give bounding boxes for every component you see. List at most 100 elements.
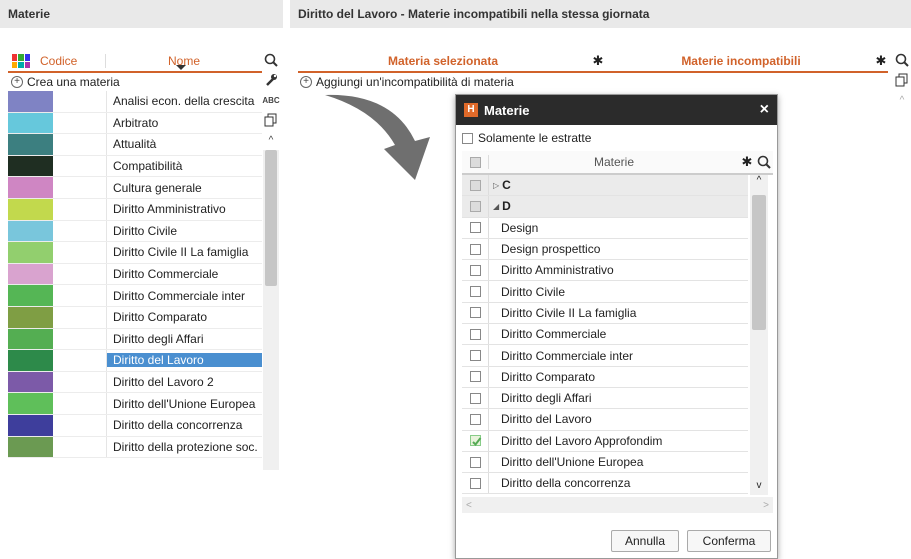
- cancel-button[interactable]: Annulla: [611, 530, 679, 552]
- subjects-panel: Materie Codice Nome + Crea una materia A…: [0, 0, 283, 559]
- wrench-icon[interactable]: [262, 70, 280, 90]
- subject-row[interactable]: Diritto Civile II La famiglia: [8, 242, 262, 264]
- checkbox[interactable]: [469, 264, 481, 276]
- checkbox[interactable]: [469, 286, 481, 298]
- subject-row[interactable]: Cultura generale: [8, 177, 262, 199]
- scroll-left-icon[interactable]: <: [466, 500, 472, 511]
- subject-row[interactable]: Compatibilità: [8, 155, 262, 178]
- checkbox[interactable]: [469, 477, 481, 489]
- subject-color-swatch: [8, 436, 53, 458]
- checkbox[interactable]: [469, 243, 481, 255]
- dialog-subject-row[interactable]: Diritto Amministrativo: [462, 260, 748, 282]
- collapsed-arrow-icon[interactable]: ▷: [493, 181, 499, 190]
- subject-color-swatch: [8, 350, 53, 371]
- checkbox[interactable]: [469, 392, 481, 404]
- subject-name: Diritto della protezione soc.: [113, 439, 258, 454]
- close-icon[interactable]: ×: [760, 101, 769, 119]
- select-all-checkbox[interactable]: [469, 156, 481, 168]
- checkbox[interactable]: [469, 222, 481, 234]
- subject-row[interactable]: Analisi econ. della crescita: [8, 91, 262, 113]
- dialog-subject-row[interactable]: Diritto Civile II La famiglia: [462, 302, 748, 325]
- copy-icon[interactable]: [262, 110, 280, 130]
- confirm-button[interactable]: Conferma: [687, 530, 771, 552]
- scroll-right-icon[interactable]: >: [763, 500, 769, 511]
- scroll-up-icon[interactable]: ^: [262, 130, 280, 150]
- subject-row[interactable]: Diritto Comparato: [8, 306, 262, 329]
- subject-row[interactable]: Diritto degli Affari: [8, 328, 262, 351]
- only-extracted-option[interactable]: Solamente le estratte: [456, 125, 777, 151]
- settings-gear-icon[interactable]: ✱: [739, 154, 755, 170]
- checkbox[interactable]: [469, 371, 481, 383]
- checkbox-cell: [462, 477, 488, 489]
- checkbox[interactable]: [469, 350, 481, 362]
- subject-row[interactable]: Diritto Amministrativo: [8, 198, 262, 221]
- search-icon[interactable]: [262, 50, 280, 70]
- subject-row[interactable]: Diritto del Lavoro: [8, 350, 262, 372]
- row-text: Design: [501, 220, 539, 235]
- row-text: Diritto Civile II La famiglia: [501, 305, 637, 320]
- dialog-subject-row[interactable]: Design: [462, 217, 748, 239]
- checkbox[interactable]: [469, 179, 481, 191]
- dialog-subject-row[interactable]: Diritto dell'Unione Europea: [462, 451, 748, 474]
- subject-row[interactable]: Diritto Commerciale: [8, 263, 262, 286]
- subject-code-cell: [53, 112, 107, 134]
- subject-row[interactable]: Diritto della concorrenza: [8, 414, 262, 437]
- subject-color-swatch: [8, 177, 53, 198]
- scroll-up-icon[interactable]: ^: [893, 90, 911, 110]
- subjects-scrollbar[interactable]: [263, 150, 279, 470]
- dialog-column-materie[interactable]: Materie: [488, 155, 739, 169]
- subject-color-swatch: [8, 285, 53, 306]
- subject-color-swatch: [8, 242, 53, 263]
- subject-row[interactable]: Diritto dell'Unione Europea: [8, 393, 262, 415]
- color-palette-icon[interactable]: [12, 54, 30, 68]
- subject-row[interactable]: Diritto del Lavoro 2: [8, 371, 262, 394]
- dialog-subject-row[interactable]: Diritto Commerciale: [462, 324, 748, 346]
- group-row[interactable]: ◢ D: [462, 196, 748, 218]
- dialog-subject-row[interactable]: Diritto degli Affari: [462, 387, 748, 410]
- scroll-up-icon[interactable]: ^: [750, 175, 768, 191]
- expanded-arrow-icon[interactable]: ◢: [493, 202, 499, 211]
- dialog-subject-row[interactable]: Diritto Comparato: [462, 366, 748, 388]
- column-selected-subject[interactable]: Materia selezionata: [298, 54, 588, 68]
- abc-sort-icon[interactable]: ABC: [262, 90, 280, 110]
- dialog-subject-row[interactable]: Diritto del Lavoro: [462, 409, 748, 431]
- dialog-subject-label: Diritto Amministrativo: [488, 260, 748, 281]
- checkbox[interactable]: [469, 328, 481, 340]
- scroll-down-icon[interactable]: v: [750, 480, 768, 491]
- dialog-subject-row[interactable]: Diritto del Lavoro Approfondim: [462, 430, 748, 452]
- column-incompatible-subjects[interactable]: Materie incompatibili: [608, 54, 874, 68]
- dialog-scrollbar[interactable]: ^ v: [750, 175, 768, 495]
- checkbox[interactable]: [469, 307, 481, 319]
- group-row[interactable]: ▷ C: [462, 175, 748, 197]
- column-codice[interactable]: Codice: [38, 54, 106, 68]
- subject-code-cell: [53, 350, 107, 371]
- dialog-subject-row[interactable]: Diritto Commerciale inter: [462, 345, 748, 367]
- create-subject-row[interactable]: + Crea una materia: [8, 73, 262, 91]
- settings-gear-icon-2[interactable]: ✱: [874, 53, 888, 69]
- dialog-subject-row[interactable]: Diritto della concorrenza: [462, 473, 748, 495]
- checkbox[interactable]: [469, 413, 481, 425]
- search-icon[interactable]: [755, 155, 773, 169]
- search-icon[interactable]: [893, 50, 911, 70]
- subject-color-swatch: [8, 328, 53, 350]
- checkbox[interactable]: [469, 200, 481, 212]
- copy-icon[interactable]: [893, 70, 911, 90]
- dialog-horizontal-scrollbar[interactable]: < >: [462, 497, 773, 513]
- subject-row[interactable]: Arbitrato: [8, 112, 262, 135]
- subject-row[interactable]: Diritto Civile: [8, 220, 262, 243]
- subjects-scroll-thumb[interactable]: [265, 150, 277, 286]
- dialog-subject-row[interactable]: Design prospettico: [462, 238, 748, 261]
- group-label: ◢ D: [488, 196, 748, 217]
- checkbox[interactable]: [469, 456, 481, 468]
- subject-row[interactable]: Diritto della protezione soc.: [8, 436, 262, 459]
- subject-row[interactable]: Diritto Commerciale inter: [8, 285, 262, 307]
- only-extracted-checkbox[interactable]: [462, 132, 473, 144]
- checkbox-cell: [462, 286, 488, 298]
- settings-gear-icon[interactable]: ✱: [588, 53, 608, 69]
- dialog-scroll-thumb[interactable]: [752, 195, 766, 330]
- row-text: C: [502, 178, 511, 193]
- subject-name: Diritto del Lavoro: [107, 353, 262, 368]
- checked-checkbox[interactable]: [469, 435, 481, 447]
- subject-row[interactable]: Attualità: [8, 134, 262, 156]
- dialog-subject-row[interactable]: Diritto Civile: [462, 281, 748, 303]
